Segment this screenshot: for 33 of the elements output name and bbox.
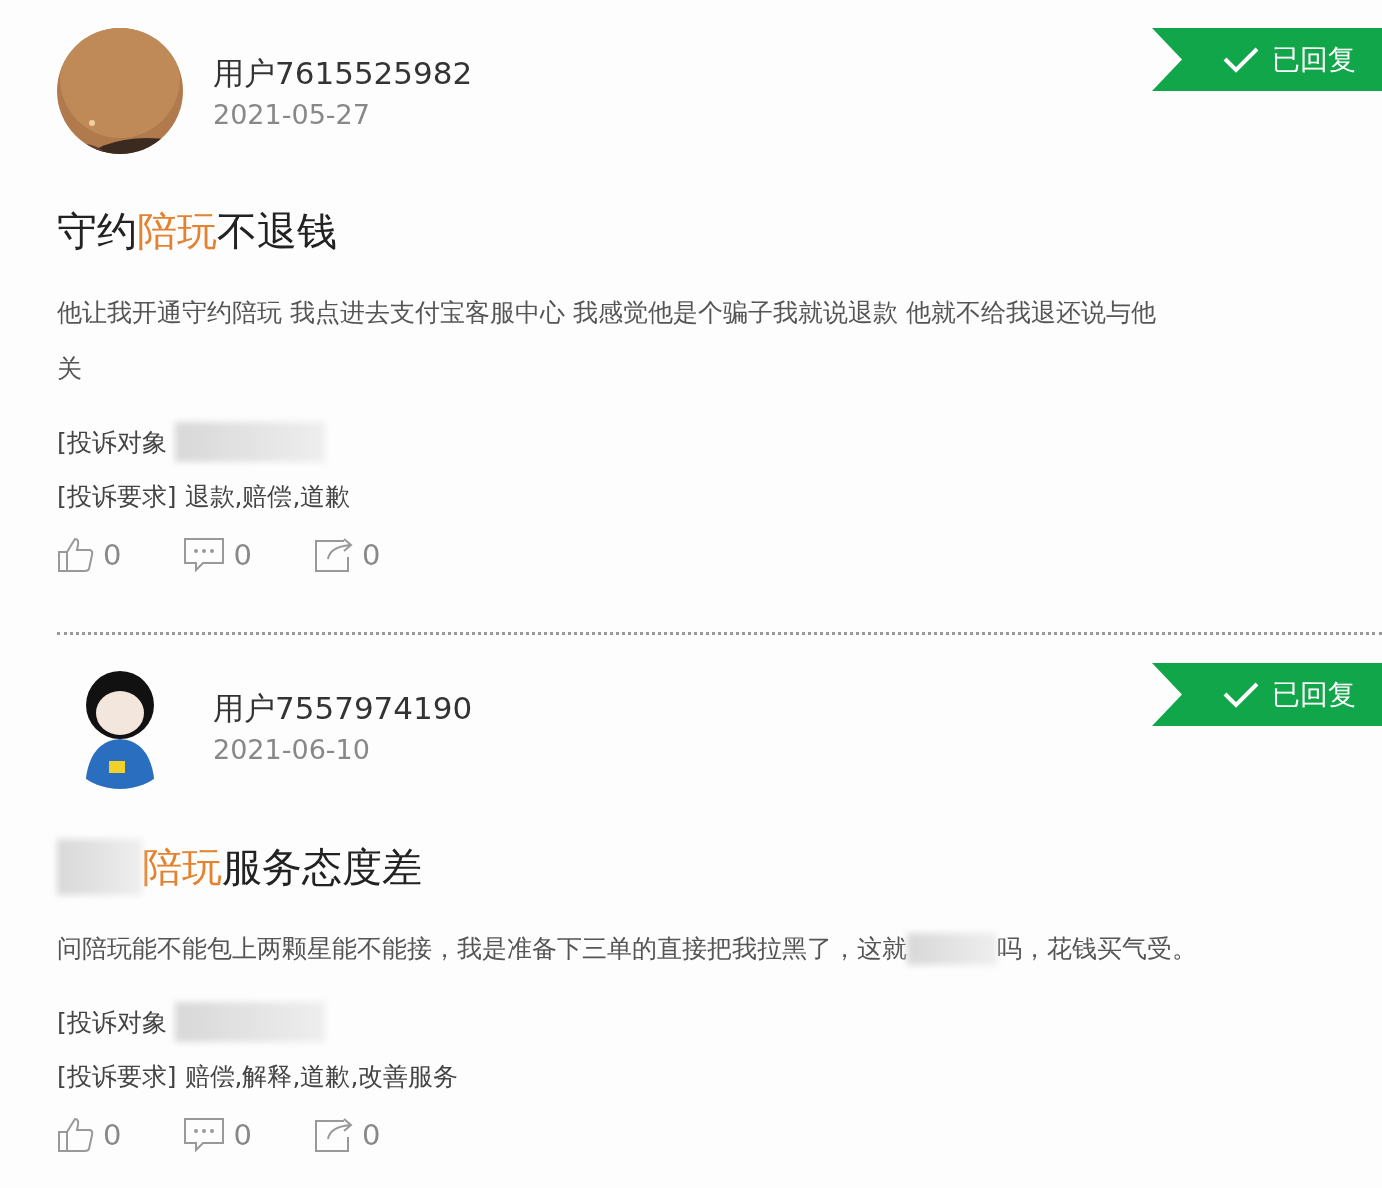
status-badge: 已回复 bbox=[1152, 28, 1382, 91]
like-count: 0 bbox=[103, 538, 122, 572]
complaint-text: 问陪玩能不能包上两颗星能不能接，我是准备下三单的直接把我拉黑了，这就 bbox=[57, 933, 907, 965]
post-date: 2021-06-10 bbox=[213, 733, 371, 765]
field-value: 退款,赔偿,道歉 bbox=[184, 480, 351, 513]
post-date: 2021-05-27 bbox=[213, 98, 371, 130]
share-icon[interactable] bbox=[313, 1117, 354, 1153]
field-label: [投诉要求] bbox=[57, 1060, 177, 1093]
user-name[interactable]: 用户7557974190 bbox=[213, 687, 473, 730]
checkmark-icon bbox=[1222, 45, 1260, 74]
field-label: [投诉要求] bbox=[57, 480, 177, 513]
user-name[interactable]: 用户7615525982 bbox=[213, 52, 473, 95]
comment-count: 0 bbox=[233, 1118, 252, 1152]
checkmark-icon bbox=[1222, 680, 1260, 709]
field-label: [投诉对象 bbox=[57, 1006, 167, 1039]
field-label: [投诉对象 bbox=[57, 426, 167, 459]
thumbs-up-icon[interactable] bbox=[57, 537, 95, 573]
comment-icon[interactable] bbox=[183, 1117, 226, 1153]
thumbs-up-icon[interactable] bbox=[57, 1117, 95, 1153]
complaint-title[interactable]: 不退钱 bbox=[217, 204, 337, 259]
complaint-text: 吗，花钱买气受。 bbox=[997, 933, 1197, 965]
share-count: 0 bbox=[361, 538, 381, 572]
complaint-title[interactable]: 守约 bbox=[57, 204, 137, 259]
field-value: 赔偿,解释,道歉,改善服务 bbox=[184, 1060, 459, 1093]
complaint-text: 他让我开通守约陪玩 我点进去支付宝客服中心 我感觉他是个骗子我就说退款 他就不给我退还说与他 bbox=[57, 297, 1157, 329]
share-icon[interactable] bbox=[313, 537, 354, 573]
like-count: 0 bbox=[103, 1118, 122, 1152]
complaint-title[interactable]: 服务态度差 bbox=[222, 839, 422, 895]
comment-icon[interactable] bbox=[183, 537, 226, 573]
share-count: 0 bbox=[361, 1118, 381, 1152]
status-badge: 已回复 bbox=[1152, 663, 1382, 726]
complaint-text: 关 bbox=[57, 353, 83, 385]
comment-count: 0 bbox=[233, 538, 252, 572]
